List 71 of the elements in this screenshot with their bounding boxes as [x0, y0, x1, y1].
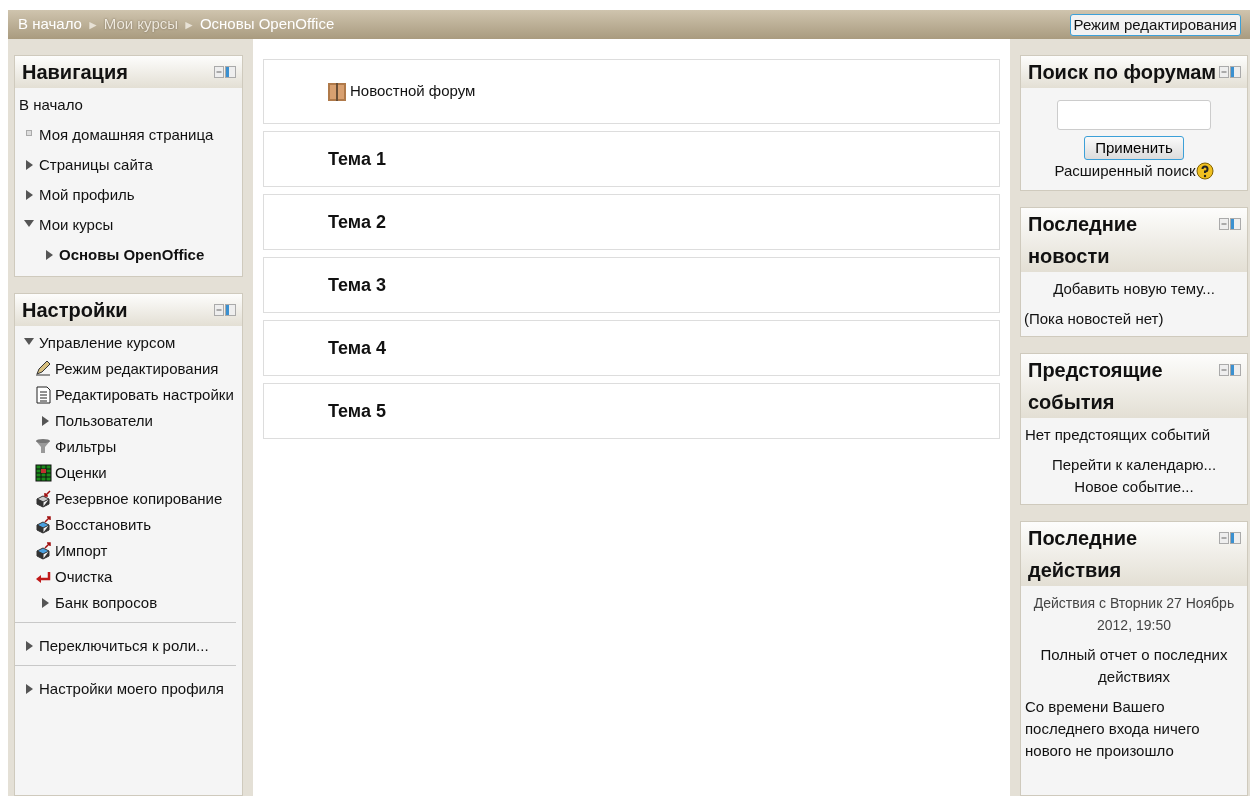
- expanded-arrow-icon[interactable]: [24, 220, 34, 227]
- spreadsheet-icon: [35, 464, 52, 482]
- nav-link[interactable]: Переключиться к роли...: [39, 634, 209, 658]
- box-arrow-icon: [35, 516, 52, 534]
- block-title: Последние новости: [1028, 212, 1139, 269]
- nav-link[interactable]: Мой профиль: [39, 180, 135, 210]
- dock-icon[interactable]: [214, 304, 236, 316]
- nav-link[interactable]: Восстановить: [55, 513, 152, 537]
- collapsed-arrow-icon[interactable]: [25, 190, 33, 200]
- nav-link[interactable]: Мои курсы: [39, 210, 114, 240]
- nav-link[interactable]: Импорт: [55, 539, 108, 563]
- add-topic-link[interactable]: Добавить новую тему...: [1053, 280, 1215, 297]
- dock-icon[interactable]: [1219, 532, 1241, 544]
- pencil-icon: [35, 360, 52, 378]
- nav-link[interactable]: Банк вопросов: [55, 591, 158, 615]
- nav-link[interactable]: Оценки: [55, 461, 107, 485]
- calendar-link[interactable]: Перейти к календарю...: [1051, 456, 1217, 473]
- advanced-search-link[interactable]: Расширенный поиск: [1054, 160, 1196, 182]
- collapsed-arrow-icon[interactable]: [25, 160, 33, 170]
- block-title: Настройки: [22, 298, 128, 323]
- nav-link[interactable]: В начало: [19, 90, 83, 120]
- document-icon: [35, 386, 52, 404]
- breadcrumb-separator: ►: [183, 16, 195, 34]
- apply-button[interactable]: Применить: [1084, 136, 1184, 160]
- activity-since-text: Действия с Вторник 27 Ноябрь 2012, 19:50: [1032, 594, 1236, 635]
- topic-title: Тема 2: [328, 210, 386, 234]
- topic-title: Тема 5: [328, 399, 386, 423]
- no-events-text: Нет предстоящих событий: [1025, 426, 1210, 443]
- nav-link[interactable]: Основы OpenOffice: [59, 240, 205, 270]
- block-title: Предстоящие события: [1028, 358, 1164, 415]
- block-title: Поиск по форумам: [1028, 60, 1217, 85]
- topic-title: Тема 3: [328, 273, 386, 297]
- nav-link[interactable]: Очистка: [55, 565, 113, 589]
- nav-link[interactable]: Моя домашняя страница: [39, 120, 214, 150]
- dock-icon[interactable]: [214, 66, 236, 78]
- topic-title: Тема 1: [328, 147, 386, 171]
- nav-link[interactable]: Резервное копирование: [55, 487, 223, 511]
- collapsed-arrow-icon[interactable]: [25, 684, 33, 694]
- dock-icon[interactable]: [1219, 66, 1241, 78]
- full-report-link[interactable]: Полный отчет о последних действиях: [1025, 644, 1243, 688]
- breadcrumb-link: Мои курсы: [103, 14, 179, 35]
- box-arrow-icon: [35, 542, 52, 560]
- edit-mode-button[interactable]: Режим редактирования: [1069, 13, 1241, 36]
- block-title: Навигация: [22, 60, 128, 85]
- no-activity-text: Со времени Вашего последнего входа ничего нового не произошло: [1025, 697, 1201, 761]
- dock-icon[interactable]: [1219, 364, 1241, 376]
- collapsed-arrow-icon[interactable]: [41, 416, 49, 426]
- dock-icon[interactable]: [1219, 218, 1241, 230]
- block-title: Последние действия: [1028, 526, 1139, 583]
- nav-link[interactable]: Настройки моего профиля: [39, 677, 224, 701]
- box-arrow-icon: [35, 490, 52, 508]
- forum-icon: [328, 82, 346, 101]
- help-icon: [1195, 162, 1214, 180]
- collapsed-arrow-icon[interactable]: [25, 641, 33, 651]
- nav-link[interactable]: Режим редактирования: [55, 357, 219, 381]
- nav-link[interactable]: Пользователи: [55, 409, 153, 433]
- calendar-link[interactable]: Новое событие...: [1074, 478, 1194, 495]
- nav-link[interactable]: Фильтры: [55, 435, 117, 459]
- empty-news-text: (Пока новостей нет): [1024, 310, 1164, 327]
- topic-title: Тема 4: [328, 336, 386, 360]
- nav-link[interactable]: Страницы сайта: [39, 150, 153, 180]
- forum-link[interactable]: Новостной форум: [350, 80, 476, 103]
- collapsed-arrow-icon[interactable]: [41, 598, 49, 608]
- search-field[interactable]: [1057, 100, 1211, 130]
- bullet-icon: [26, 130, 32, 136]
- nav-link[interactable]: Редактировать настройки: [55, 383, 234, 407]
- filter-icon: [35, 438, 52, 456]
- collapsed-arrow-icon[interactable]: [45, 250, 53, 260]
- breadcrumb-separator: ►: [86, 16, 99, 34]
- expanded-arrow-icon[interactable]: [24, 338, 34, 345]
- nav-link[interactable]: Управление курсом: [39, 331, 176, 355]
